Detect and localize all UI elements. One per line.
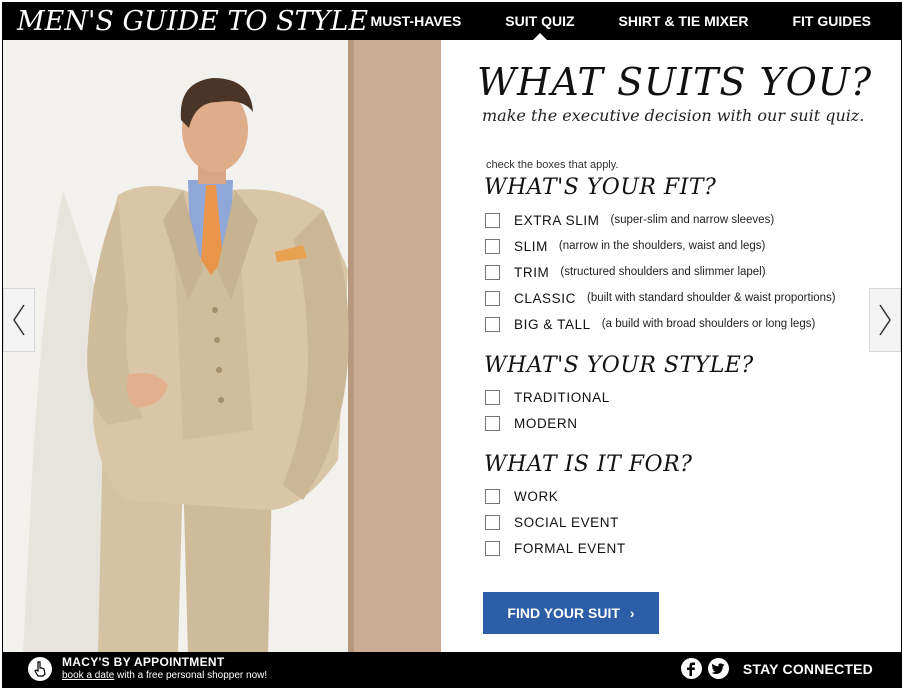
nav-fit-guides[interactable]: FIT GUIDES xyxy=(770,3,901,40)
main-nav: MUST-HAVES SUIT QUIZ SHIRT & TIE MIXER F… xyxy=(349,3,901,40)
option-description: (narrow in the shoulders, waist and legs… xyxy=(558,240,766,252)
option-description: (a build with broad shoulders or long le… xyxy=(601,318,816,330)
quiz-subtitle: make the executive decision with our sui… xyxy=(482,106,865,125)
fit-section-title: WHAT'S YOUR FIT? xyxy=(484,175,717,200)
twitter-glyph xyxy=(711,662,725,674)
option-label: WORK xyxy=(514,488,559,504)
checkbox[interactable] xyxy=(485,415,500,431)
chevron-right-icon xyxy=(879,304,891,336)
option-label: SLIM xyxy=(514,238,548,254)
option-classic[interactable]: CLASSIC (built with standard shoulder & … xyxy=(485,288,836,308)
option-formal-event[interactable]: FORMAL EVENT xyxy=(485,538,626,558)
quiz-instruction: check the boxes that apply. xyxy=(486,159,619,171)
option-label: EXTRA SLIM xyxy=(514,212,600,228)
suit-quiz-panel: WHAT SUITS YOU? make the executive decis… xyxy=(441,40,873,654)
appointment-title: MACY'S BY APPOINTMENT xyxy=(62,655,225,669)
stay-connected-label: STAY CONNECTED xyxy=(742,660,873,677)
option-description: (super-slim and narrow sleeves) xyxy=(610,214,775,226)
social-links: STAY CONNECTED xyxy=(680,658,873,679)
style-section-title: WHAT'S YOUR STYLE? xyxy=(484,353,754,378)
checkbox[interactable] xyxy=(485,238,500,254)
option-traditional[interactable]: TRADITIONAL xyxy=(485,387,610,407)
option-trim[interactable]: TRIM (structured shoulders and slimmer l… xyxy=(485,262,766,282)
option-social-event[interactable]: SOCIAL EVENT xyxy=(485,512,619,532)
chevron-left-icon xyxy=(13,304,25,336)
checkbox[interactable] xyxy=(485,316,500,332)
find-your-suit-button[interactable]: FIND YOUR SUIT › xyxy=(483,592,659,634)
option-label: BIG & TALL xyxy=(514,316,591,332)
page-frame: MEN'S GUIDE TO STYLE MUST-HAVES SUIT QUI… xyxy=(2,2,902,688)
top-bar: MEN'S GUIDE TO STYLE MUST-HAVES SUIT QUI… xyxy=(3,3,901,40)
checkbox[interactable] xyxy=(485,212,500,228)
option-modern[interactable]: MODERN xyxy=(485,413,578,433)
prev-arrow-button[interactable] xyxy=(3,288,35,352)
hero-photo xyxy=(3,40,441,654)
nav-shirt-tie-mixer[interactable]: SHIRT & TIE MIXER xyxy=(597,3,771,40)
twitter-icon[interactable] xyxy=(707,658,729,679)
option-description: (built with standard shoulder & waist pr… xyxy=(586,292,836,304)
option-extra-slim[interactable]: EXTRA SLIM (super-slim and narrow sleeve… xyxy=(485,210,774,230)
option-label: FORMAL EVENT xyxy=(514,540,626,556)
model-illustration xyxy=(3,40,441,654)
facebook-icon[interactable] xyxy=(680,658,702,679)
option-big-tall[interactable]: BIG & TALL (a build with broad shoulders… xyxy=(485,314,815,334)
checkbox[interactable] xyxy=(485,389,500,405)
purpose-section-title: WHAT IS IT FOR? xyxy=(484,452,693,477)
facebook-glyph xyxy=(687,662,696,676)
checkbox[interactable] xyxy=(485,514,500,530)
option-label: TRADITIONAL xyxy=(514,389,610,405)
hand-pointer-icon[interactable] xyxy=(28,657,52,681)
appointment-text: with a free personal shopper now! xyxy=(114,670,268,681)
checkbox[interactable] xyxy=(485,488,500,504)
option-label: SOCIAL EVENT xyxy=(514,514,619,530)
option-description: (structured shoulders and slimmer lapel) xyxy=(560,266,766,278)
book-a-date-link[interactable]: book a date xyxy=(62,670,114,681)
footer-bar: MACY'S BY APPOINTMENT book a date with a… xyxy=(3,652,901,687)
checkbox[interactable] xyxy=(485,540,500,556)
checkbox[interactable] xyxy=(485,264,500,280)
chevron-right-icon: › xyxy=(629,605,635,621)
option-label: TRIM xyxy=(514,264,550,280)
quiz-title: WHAT SUITS YOU? xyxy=(477,60,873,104)
option-work[interactable]: WORK xyxy=(485,486,558,506)
brand-title[interactable]: MEN'S GUIDE TO STYLE xyxy=(17,6,368,37)
find-your-suit-label: FIND YOUR SUIT xyxy=(507,605,620,621)
option-label: CLASSIC xyxy=(514,290,576,306)
option-slim[interactable]: SLIM (narrow in the shoulders, waist and… xyxy=(485,236,765,256)
option-label: MODERN xyxy=(514,415,578,431)
appointment-line: book a date with a free personal shopper… xyxy=(62,670,267,681)
nav-must-haves[interactable]: MUST-HAVES xyxy=(349,3,484,40)
nav-suit-quiz[interactable]: SUIT QUIZ xyxy=(483,3,596,40)
checkbox[interactable] xyxy=(485,290,500,306)
hand-pointer-glyph xyxy=(34,661,46,677)
next-arrow-button[interactable] xyxy=(869,288,901,352)
